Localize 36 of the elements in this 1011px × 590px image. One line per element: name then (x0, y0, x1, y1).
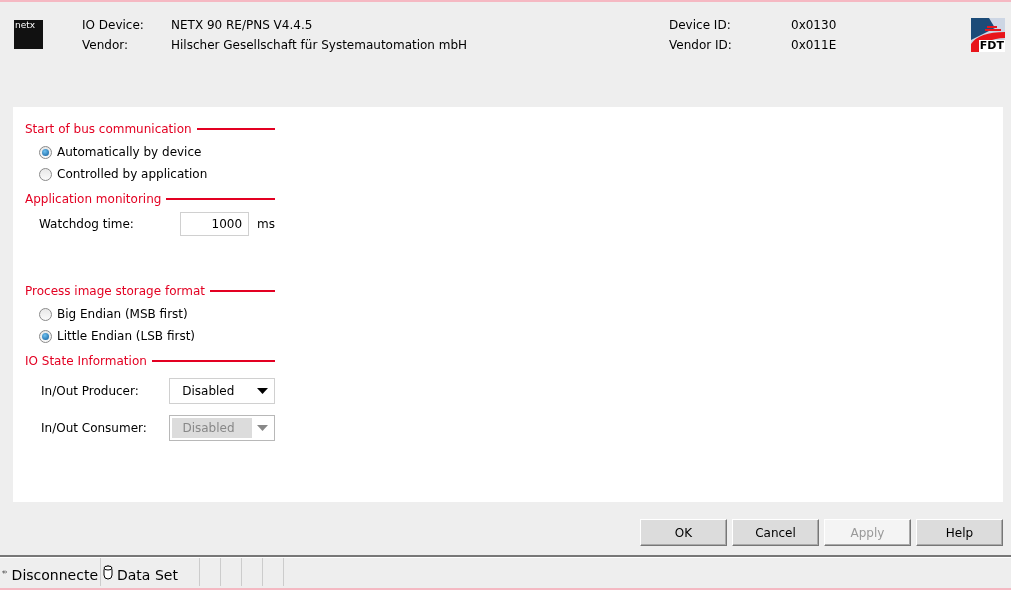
netx-logo: netx (14, 20, 43, 49)
radio-label: Controlled by application (57, 167, 208, 181)
field-label: Vendor ID: (669, 38, 733, 52)
status-text: Data Set (117, 566, 178, 583)
radio-button[interactable] (39, 167, 52, 181)
field-value: 0x0130 (791, 18, 838, 32)
cylinder-icon (103, 564, 113, 580)
radio-button[interactable] (39, 145, 52, 159)
section-title: IO State Information (25, 354, 147, 368)
field-label: Watchdog time: (39, 217, 135, 231)
field-label: IO Device: (82, 18, 145, 32)
fdt-logo: FDT (971, 18, 1005, 52)
field-value: NETX 90 RE/PNS V4.4.5 (171, 18, 314, 32)
field-label: Device ID: (669, 18, 732, 32)
radio-label: Automatically by device (57, 145, 202, 159)
input-field[interactable]: 1000 (180, 212, 250, 236)
field-label: In/Out Producer: (41, 384, 140, 398)
dialog-button[interactable]: Help (916, 519, 1003, 546)
unit-label: ms (257, 217, 275, 231)
dialog-button[interactable]: OK (640, 519, 727, 546)
dropdown[interactable]: Disabled (169, 378, 275, 404)
section-title: Application monitoring (25, 192, 162, 206)
section-title: Start of bus communication (25, 122, 192, 136)
radio-label: Little Endian (LSB first) (57, 329, 196, 343)
field-label: Vendor: (82, 38, 129, 52)
caret-icon (257, 388, 268, 394)
field-value: Hilscher Gesellschaft für Systemautomation mbH (171, 38, 468, 52)
section-title: Process image storage format (25, 284, 205, 298)
field-label: In/Out Consumer: (41, 421, 148, 435)
status-text: Disconnecte (11, 566, 98, 583)
radio-label: Big Endian (MSB first) (57, 307, 188, 321)
radio-button[interactable] (39, 329, 52, 343)
field-value: 0x011E (791, 38, 838, 52)
caret-icon (257, 425, 268, 431)
dialog-button[interactable]: Cancel (732, 519, 819, 546)
radio-button[interactable] (39, 307, 52, 321)
